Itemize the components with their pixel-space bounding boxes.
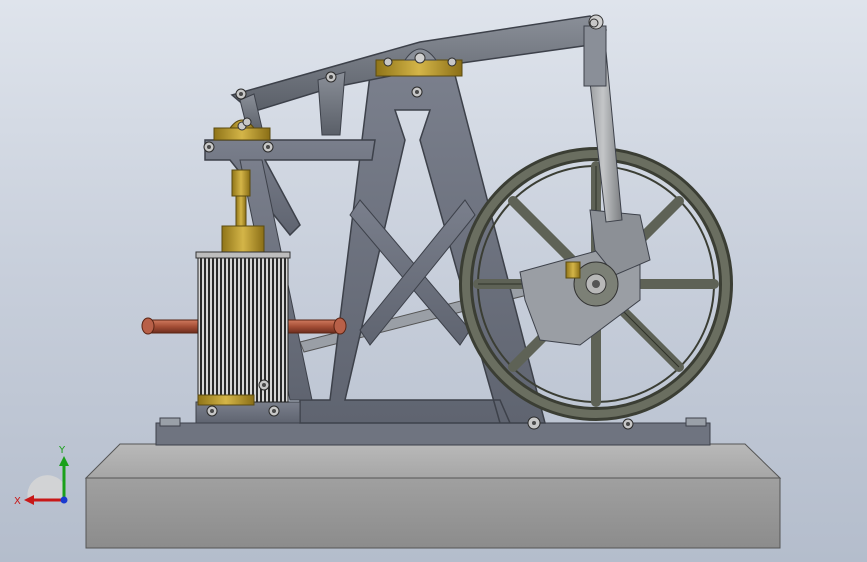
base-plinth[interactable]	[84, 443, 782, 549]
beam-engine-model[interactable]	[0, 0, 867, 562]
y-axis-label: Y	[58, 445, 66, 456]
axis-triad: Y X	[14, 445, 69, 507]
finned-cylinder[interactable]	[195, 251, 291, 406]
z-axis-dot	[60, 496, 68, 504]
cad-viewport[interactable]: Y X	[0, 0, 867, 562]
crosshead-bracket[interactable]	[213, 119, 271, 141]
y-axis-arrowhead	[59, 456, 69, 466]
x-axis-label: X	[14, 496, 21, 507]
connecting-rod-vertical[interactable]	[583, 14, 623, 223]
